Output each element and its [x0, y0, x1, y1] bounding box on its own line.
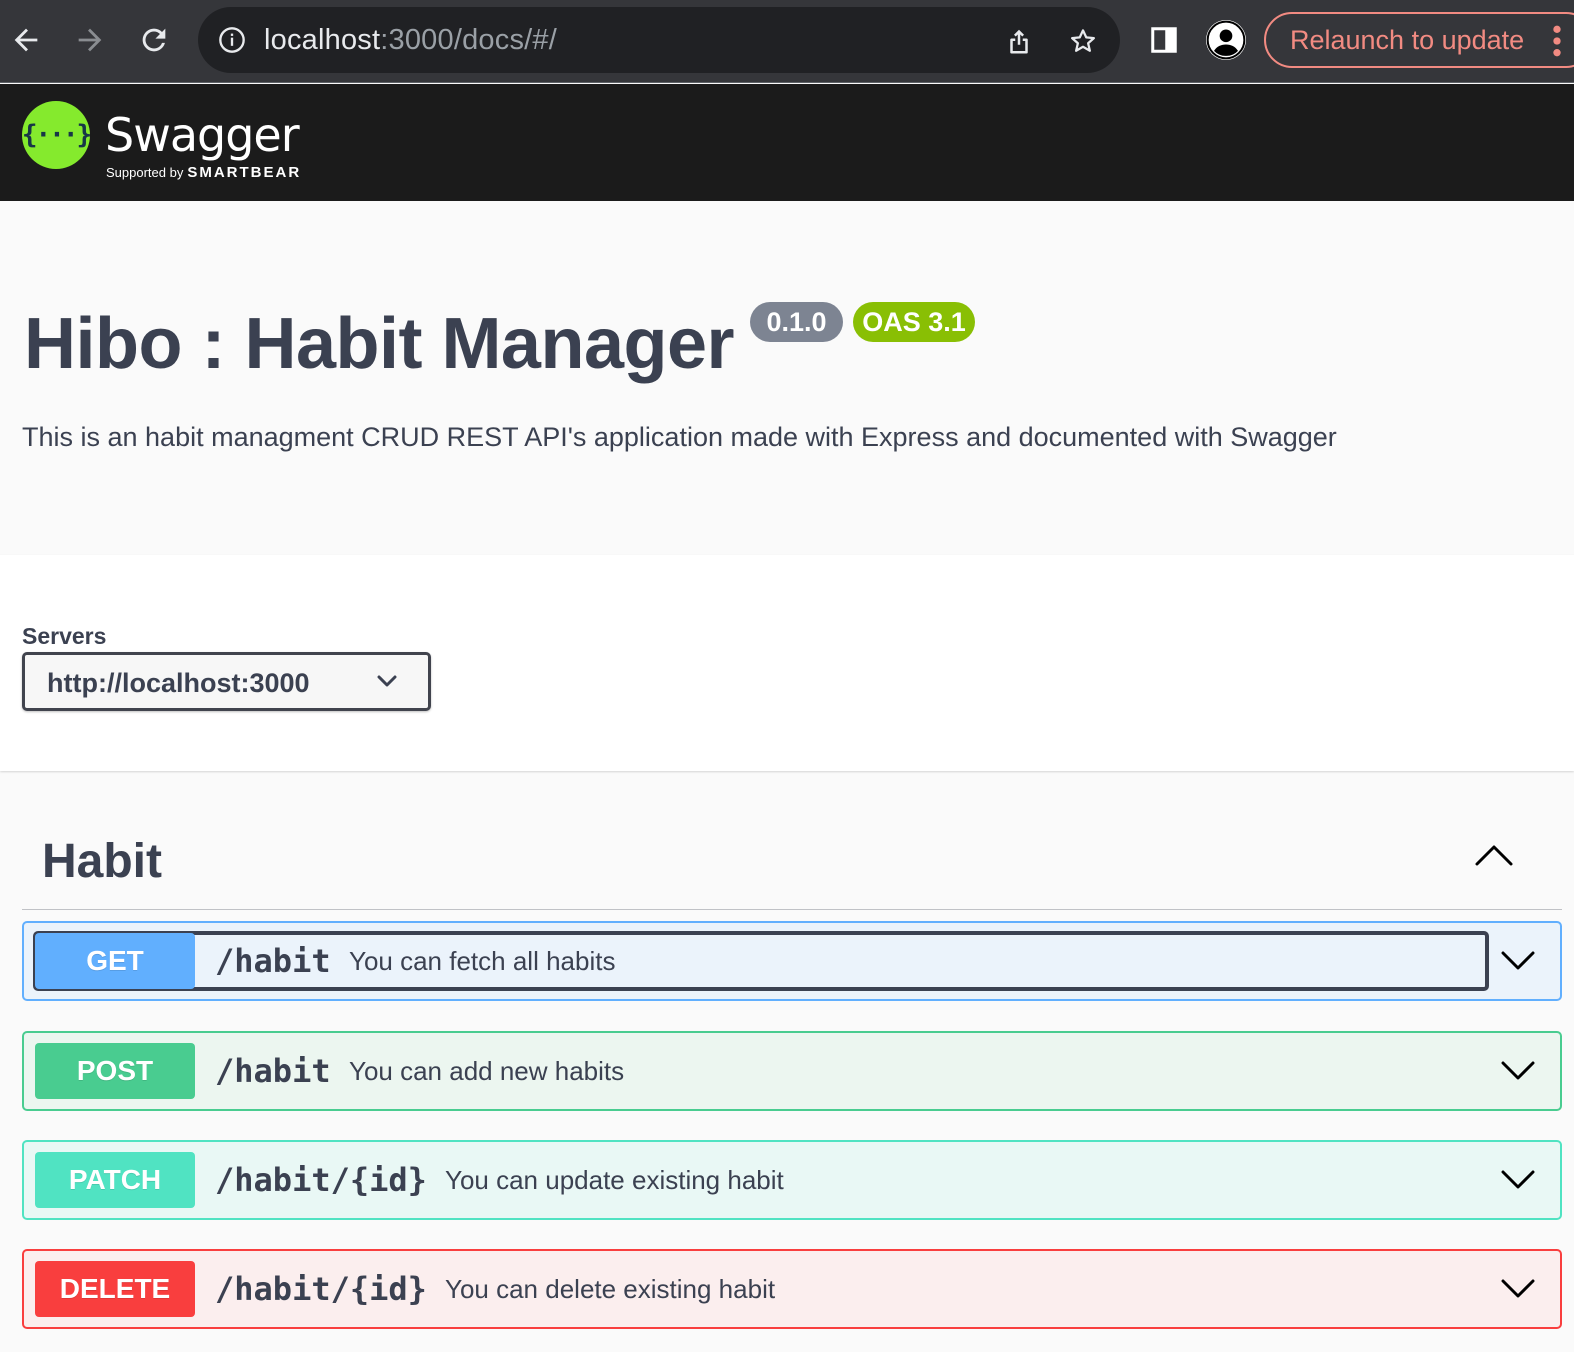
reload-button[interactable]: [134, 18, 174, 62]
method-badge: PATCH: [35, 1152, 195, 1208]
share-icon[interactable]: [1004, 26, 1034, 56]
swagger-topbar: {···} Swagger Supported by SMARTBEAR: [0, 84, 1574, 201]
operation-patch-habit-id[interactable]: PATCH /habit/{id} You can update existin…: [22, 1140, 1562, 1220]
operation-get-habit[interactable]: GET /habit You can fetch all habits: [22, 921, 1562, 1001]
reload-icon: [142, 28, 166, 52]
method-badge: GET: [35, 933, 195, 989]
forward-button[interactable]: [70, 18, 110, 62]
swagger-logo-icon[interactable]: {···}: [22, 101, 92, 169]
swagger-wordmark: Swagger: [105, 108, 300, 162]
version-badge: 0.1.0: [750, 302, 843, 342]
api-info: Hibo : Habit Manager 0.1.0 OAS 3.1 This …: [0, 201, 1574, 555]
side-panel-button[interactable]: [1144, 20, 1184, 60]
chevron-down-icon[interactable]: [1500, 1059, 1536, 1081]
more-menu-icon[interactable]: [1552, 24, 1562, 58]
chevron-down-icon[interactable]: [1500, 1277, 1536, 1299]
operation-post-habit[interactable]: POST /habit You can add new habits: [22, 1031, 1562, 1111]
chevron-down-icon[interactable]: [1500, 949, 1536, 971]
swagger-supported-by: Supported by SMARTBEAR: [106, 164, 302, 181]
operation-path: /habit: [215, 942, 331, 980]
server-select-value: http://localhost:3000: [47, 668, 310, 698]
operation-summary: You can fetch all habits: [349, 946, 616, 976]
chevron-down-icon[interactable]: [1500, 1168, 1536, 1190]
operation-summary: You can add new habits: [349, 1056, 625, 1086]
profile-button[interactable]: [1206, 20, 1246, 60]
avatar-icon: [1206, 20, 1246, 60]
server-select[interactable]: http://localhost:3000: [22, 652, 431, 711]
chevron-up-icon[interactable]: [1474, 842, 1514, 868]
operation-path: /habit/{id}: [215, 1161, 427, 1199]
arrow-left-icon: [14, 28, 38, 52]
api-description: This is an habit managment CRUD REST API…: [22, 422, 1337, 452]
tag-header-habit[interactable]: Habit: [22, 812, 1562, 910]
side-panel-icon: [1151, 27, 1177, 53]
address-bar[interactable]: localhost:3000/docs/#/: [198, 7, 1120, 73]
method-badge: DELETE: [35, 1261, 195, 1317]
browser-toolbar: localhost:3000/docs/#/ Relaunch to updat…: [0, 0, 1574, 83]
oas-badge: OAS 3.1: [853, 302, 975, 342]
operation-summary: You can delete existing habit: [445, 1274, 776, 1304]
page-title: Hibo : Habit Manager: [24, 304, 735, 384]
operation-path: /habit: [215, 1052, 331, 1090]
operation-path: /habit/{id}: [215, 1270, 427, 1308]
method-badge: POST: [35, 1043, 195, 1099]
info-icon[interactable]: [218, 26, 246, 54]
relaunch-button[interactable]: Relaunch to update: [1264, 12, 1574, 68]
back-button[interactable]: [6, 18, 46, 62]
servers-label: Servers: [22, 623, 107, 649]
tag-title: Habit: [42, 835, 162, 888]
servers-section: Servers http://localhost:3000: [0, 555, 1574, 771]
operation-delete-habit-id[interactable]: DELETE /habit/{id} You can delete existi…: [22, 1249, 1562, 1329]
url-text: localhost:3000/docs/#/: [264, 24, 557, 56]
chevron-down-icon: [377, 675, 397, 687]
bookmark-star-icon[interactable]: [1068, 26, 1098, 56]
operation-summary: You can update existing habit: [445, 1165, 784, 1195]
arrow-right-icon: [78, 28, 102, 52]
